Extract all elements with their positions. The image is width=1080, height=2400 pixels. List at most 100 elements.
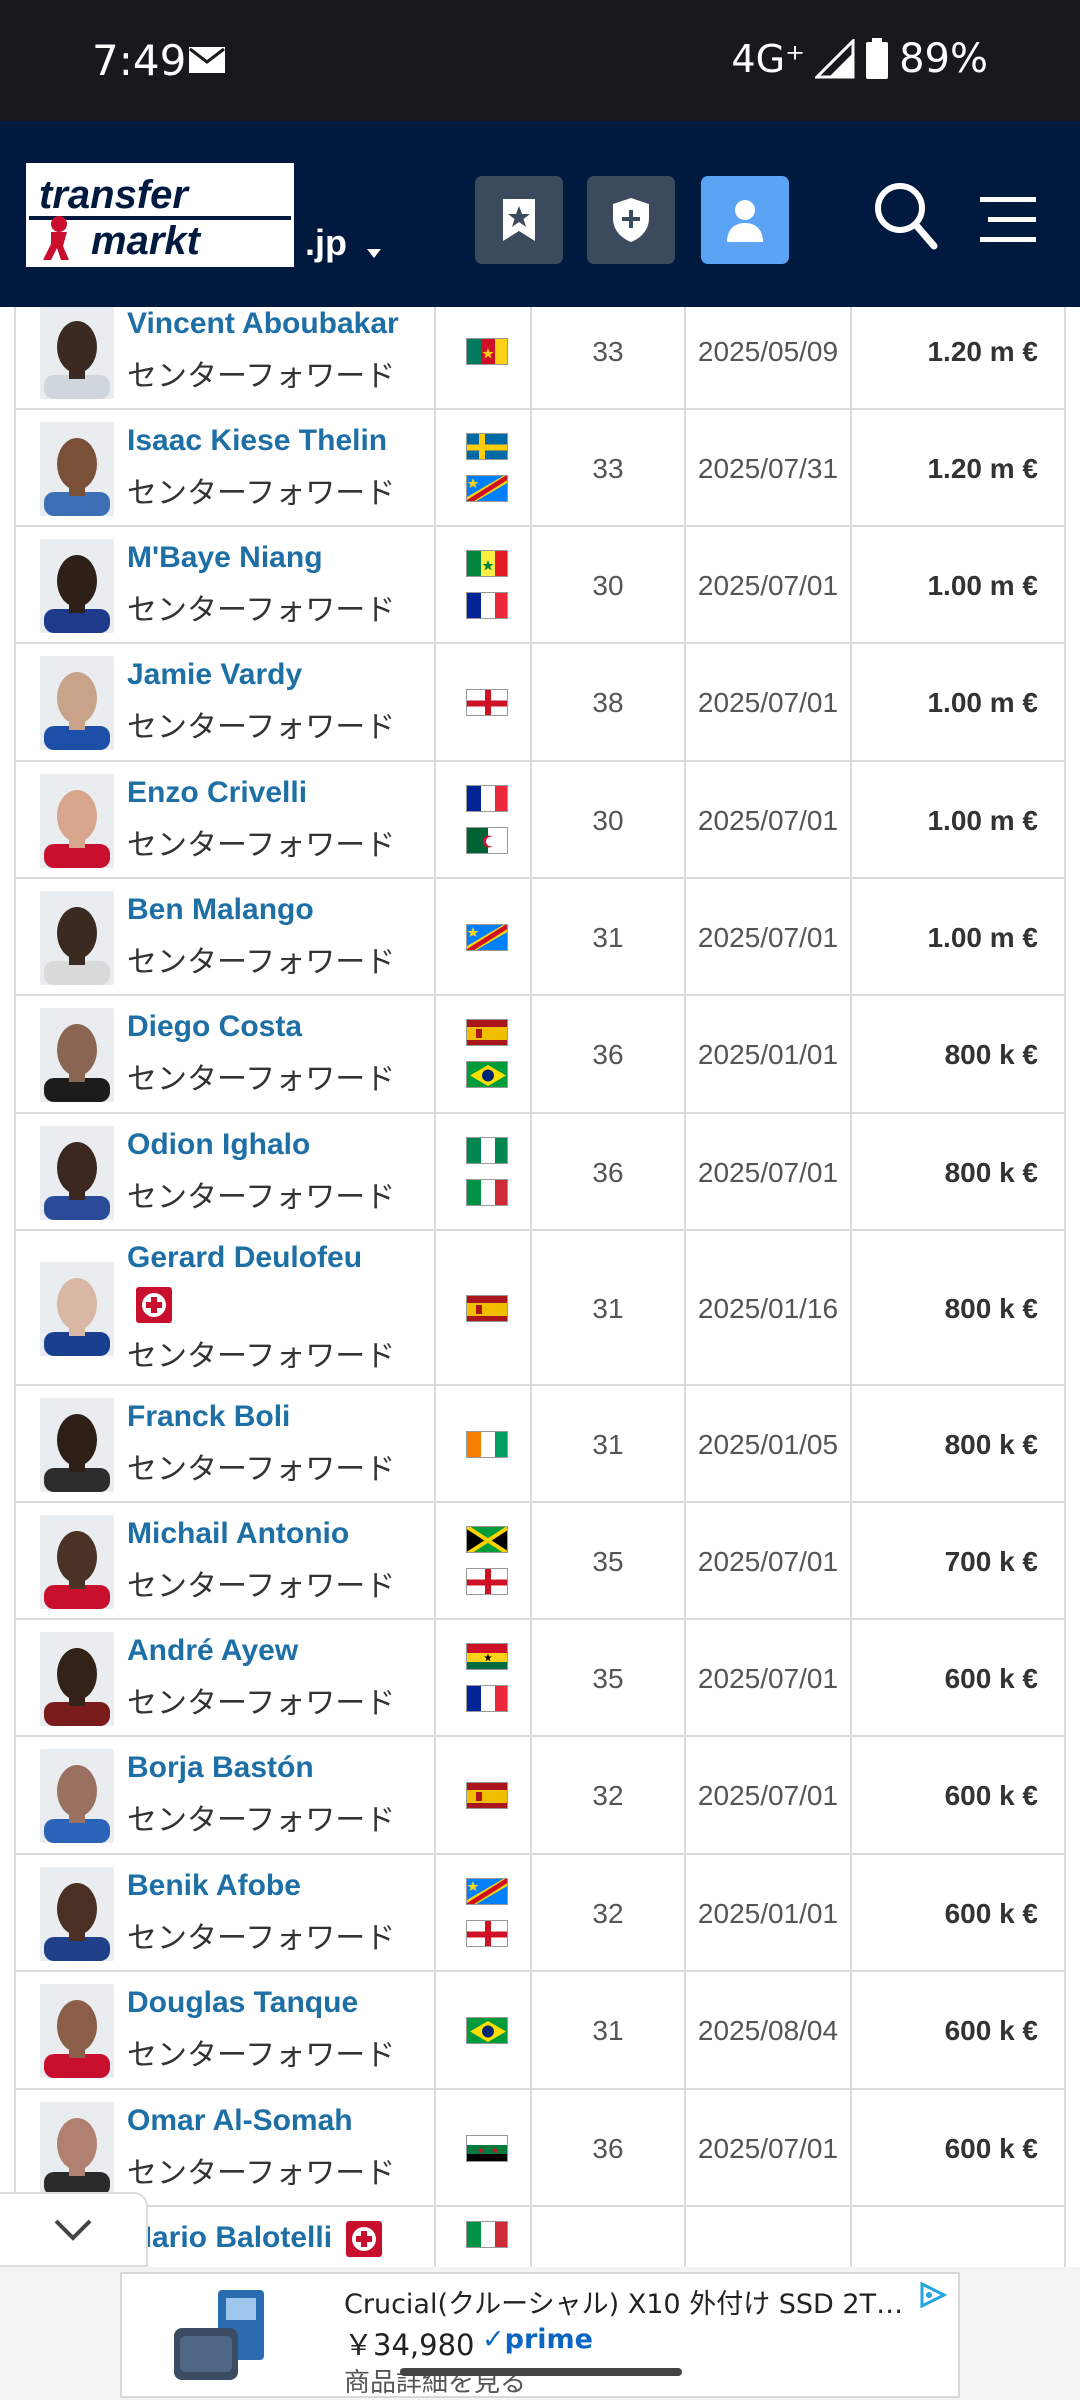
market-value-link[interactable]: 600 k € [945, 1663, 1038, 1695]
player-photo[interactable] [40, 1261, 114, 1356]
player-photo[interactable] [40, 656, 114, 750]
table-row[interactable]: Ben Malango センターフォワード 31 2025/07/01 1.00 m € [16, 879, 1064, 996]
contract-date-cell: 2025/07/01 [686, 644, 852, 760]
player-name-link[interactable]: Diego Costa [127, 1010, 302, 1044]
player-photo[interactable] [40, 1008, 114, 1102]
market-value-link[interactable]: 800 k € [945, 1293, 1038, 1325]
age-cell: 35 [532, 1503, 686, 1618]
table-row[interactable]: Omar Al-Somah センターフォワード 36 2025/07/01 600 k … [16, 2090, 1064, 2207]
market-value-link[interactable]: 700 k € [945, 1546, 1038, 1578]
hamburger-menu-icon[interactable] [980, 195, 1036, 245]
player-photo[interactable] [40, 1397, 114, 1492]
contract-date-cell: 2025/01/16 [686, 1231, 852, 1384]
table-row[interactable]: Enzo Crivelli センターフォワード 30 2025/07/01 1.00 m… [16, 762, 1064, 879]
injury-icon[interactable] [346, 2221, 382, 2257]
my-club-button[interactable] [587, 176, 675, 264]
market-value-link[interactable]: 1.00 m € [927, 570, 1038, 602]
table-row[interactable]: André Ayew センターフォワード 35 2025/07/01 600 k € [16, 1620, 1064, 1737]
player-cell: Enzo Crivelli センターフォワード [16, 762, 436, 877]
table-row[interactable]: Mario Balotelli [16, 2207, 1064, 2267]
table-row[interactable]: Diego Costa センターフォワード 36 2025/01/01 800 k € [16, 996, 1064, 1114]
player-name-link[interactable]: André Ayew [127, 1634, 298, 1668]
age-cell: 30 [532, 527, 686, 642]
signal-icon [815, 39, 855, 79]
table-row[interactable]: Gerard Deulofeu センターフォワード 31 2025/01/16 800 … [16, 1231, 1064, 1386]
player-name-link[interactable]: Michail Antonio [127, 1517, 349, 1551]
player-name-link[interactable]: Omar Al-Somah [127, 2104, 353, 2138]
player-photo[interactable] [40, 1514, 114, 1609]
market-value-link[interactable]: 600 k € [945, 2133, 1038, 2165]
contract-date: 2025/07/31 [697, 452, 839, 484]
table-row[interactable]: Isaac Kiese Thelin センターフォワード 33 2025/07/31 1… [16, 410, 1064, 527]
table-row[interactable]: Odion Ighalo センターフォワード 36 2025/07/01 800 k € [16, 1114, 1064, 1231]
table-row[interactable]: Jamie Vardy センターフォワード 38 2025/07/01 1.00 m € [16, 644, 1064, 762]
market-value-link[interactable]: 600 k € [945, 2015, 1038, 2047]
player-name-link[interactable]: Enzo Crivelli [127, 776, 307, 810]
ad-banner[interactable]: Crucial(クルーシャル) X10 外付け SSD 2TB… ￥34,980… [120, 2272, 960, 2398]
flag-france-icon [466, 591, 508, 619]
player-photo[interactable] [40, 1866, 114, 1961]
market-value-link[interactable]: 1.20 m € [927, 453, 1038, 485]
table-row[interactable]: Franck Boli センターフォワード 31 2025/01/05 800 k € [16, 1386, 1064, 1503]
player-name-link[interactable]: M'Baye Niang [127, 541, 323, 575]
player-name-link[interactable]: Gerard Deulofeu [127, 1241, 362, 1275]
table-row[interactable]: M'Baye Niang センターフォワード 30 2025/07/01 1.00 m … [16, 527, 1064, 644]
player-position: センターフォワード [127, 1452, 396, 1487]
player-position: センターフォワード [127, 1180, 396, 1215]
transfermarkt-logo[interactable]: transfer markt [26, 163, 294, 267]
nationality-cell [436, 1386, 532, 1501]
player-name-link[interactable]: Odion Ighalo [127, 1128, 310, 1162]
player-cell: Odion Ighalo センターフォワード [16, 1114, 436, 1229]
table-row[interactable]: Vincent Aboubakar センターフォワード 33 2025/05/09 1.… [16, 307, 1064, 410]
contract-date-cell: 2025/07/01 [686, 1620, 852, 1735]
table-row[interactable]: Michail Antonio センターフォワード 35 2025/07/01 700 … [16, 1503, 1064, 1620]
player-photo[interactable] [40, 773, 114, 868]
player-photo[interactable] [40, 2101, 114, 2196]
player-name-link[interactable]: Vincent Aboubakar [127, 307, 399, 341]
flag-ghana-icon [466, 1642, 508, 1670]
market-value-cell: 800 k € [852, 996, 1064, 1112]
ad-title[interactable]: Crucial(クルーシャル) X10 外付け SSD 2TB… [344, 2282, 904, 2321]
contract-date-cell: 2025/01/01 [686, 996, 852, 1112]
contract-date-cell: 2025/07/31 [686, 410, 852, 525]
player-name-link[interactable]: Mario Balotelli [127, 2221, 332, 2255]
market-value-link[interactable]: 800 k € [945, 1039, 1038, 1071]
site-tld[interactable]: .jp [305, 222, 347, 264]
market-value-link[interactable]: 600 k € [945, 1780, 1038, 1812]
player-position: センターフォワード [127, 1569, 396, 1604]
player-photo[interactable] [40, 890, 114, 985]
table-row[interactable]: Douglas Tanque センターフォワード 31 2025/08/04 600 k… [16, 1972, 1064, 2090]
adchoices-icon[interactable] [918, 2282, 948, 2308]
market-value-link[interactable]: 800 k € [945, 1429, 1038, 1461]
user-icon [727, 200, 763, 242]
player-photo[interactable] [40, 1984, 114, 2078]
player-name-link[interactable]: Jamie Vardy [127, 658, 302, 692]
player-photo[interactable] [40, 1125, 114, 1220]
player-name-link[interactable]: Douglas Tanque [127, 1986, 358, 2020]
market-value-link[interactable]: 1.00 m € [927, 922, 1038, 954]
market-value-link[interactable]: 1.00 m € [927, 687, 1038, 719]
player-photo[interactable] [40, 307, 114, 399]
player-photo[interactable] [40, 421, 114, 516]
table-row[interactable]: Benik Afobe センターフォワード 32 2025/01/01 600 k € [16, 1855, 1064, 1972]
search-icon[interactable] [872, 180, 938, 250]
market-value-link[interactable]: 600 k € [945, 1898, 1038, 1930]
player-position: センターフォワード [127, 476, 396, 511]
market-value-link[interactable]: 1.00 m € [927, 805, 1038, 837]
player-name-link[interactable]: Borja Bastón [127, 1751, 314, 1785]
table-row[interactable]: Borja Bastón センターフォワード 32 2025/07/01 600 k € [16, 1737, 1064, 1855]
watchlist-button[interactable] [475, 176, 563, 264]
player-photo[interactable] [40, 1749, 114, 1843]
player-name-link[interactable]: Isaac Kiese Thelin [127, 424, 387, 458]
collapse-toggle[interactable] [0, 2192, 148, 2267]
player-name-link[interactable]: Ben Malango [127, 893, 314, 927]
market-value-link[interactable]: 800 k € [945, 1157, 1038, 1189]
player-name-link[interactable]: Franck Boli [127, 1400, 290, 1434]
market-value-link[interactable]: 1.20 m € [927, 336, 1038, 368]
injury-icon[interactable] [136, 1287, 172, 1323]
player-name-link[interactable]: Benik Afobe [127, 1869, 301, 1903]
player-photo[interactable] [40, 538, 114, 633]
profile-button[interactable] [701, 176, 789, 264]
chevron-down-icon[interactable] [367, 249, 381, 259]
player-photo[interactable] [40, 1631, 114, 1726]
